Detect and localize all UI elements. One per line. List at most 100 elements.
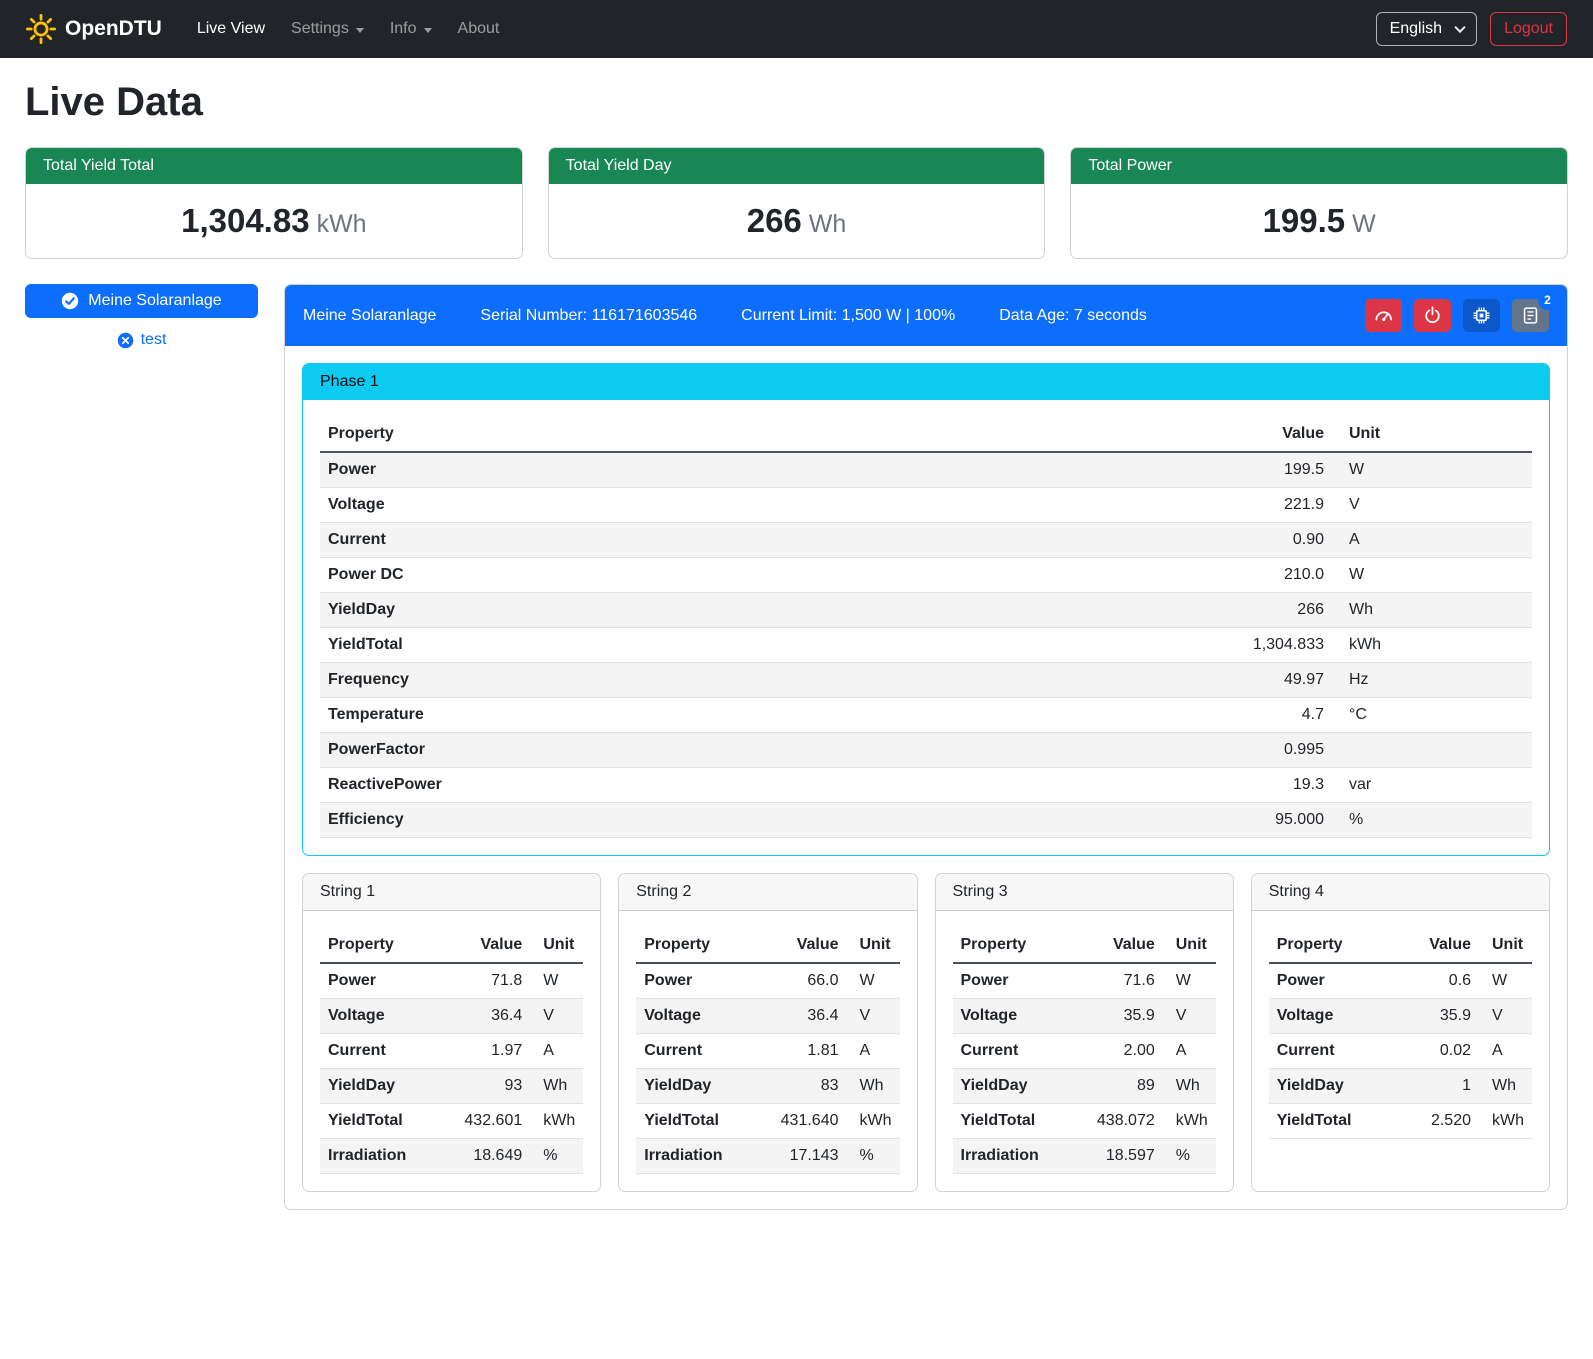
- limit-settings-button[interactable]: [1365, 299, 1402, 332]
- journal-icon: [1521, 306, 1540, 325]
- column-header-property: Property: [1269, 928, 1405, 963]
- nav-item-about[interactable]: About: [445, 12, 513, 46]
- unit-cell: Wh: [1163, 1069, 1216, 1104]
- property-cell: Power: [320, 452, 1202, 488]
- inverter-select-button[interactable]: Meine Solaranlage: [25, 284, 258, 318]
- unit-cell: W: [1332, 452, 1532, 488]
- unit-cell: A: [530, 1034, 583, 1069]
- property-cell: YieldTotal: [636, 1104, 772, 1139]
- unit-cell: V: [1163, 999, 1216, 1034]
- table-row: ReactivePower19.3var: [320, 768, 1532, 803]
- unit-cell: kWh: [1163, 1104, 1216, 1139]
- value-cell: 221.9: [1202, 488, 1332, 523]
- summary-card-title: Total Yield Total: [26, 148, 522, 184]
- table-row: Power71.8W: [320, 963, 583, 999]
- property-cell: Frequency: [320, 663, 1202, 698]
- value-cell: 2.520: [1405, 1104, 1479, 1139]
- language-select[interactable]: English: [1376, 12, 1477, 46]
- table-row: PowerFactor0.995: [320, 733, 1532, 768]
- summary-card-value: 1,304.83: [181, 202, 309, 239]
- table-row: YieldDay83Wh: [636, 1069, 899, 1104]
- logout-button[interactable]: Logout: [1490, 12, 1567, 46]
- unit-cell: °C: [1332, 698, 1532, 733]
- nav-item-settings[interactable]: Settings: [278, 12, 377, 46]
- unit-cell: kWh: [847, 1104, 900, 1139]
- value-cell: 49.97: [1202, 663, 1332, 698]
- inverter-current-limit: Current Limit: 1,500 W | 100%: [741, 307, 955, 325]
- brand-link[interactable]: OpenDTU: [26, 14, 162, 44]
- string-3-table: Property Value Unit Power71.6W Voltage35…: [953, 928, 1216, 1174]
- chevron-down-icon: [424, 28, 432, 33]
- property-cell: Irradiation: [953, 1139, 1089, 1174]
- table-header-row: Property Value Unit: [1269, 928, 1532, 963]
- inverter-sidebar: Meine Solaranlage test: [25, 284, 258, 349]
- property-cell: Current: [636, 1034, 772, 1069]
- value-cell: 1.97: [456, 1034, 530, 1069]
- page-title: Live Data: [25, 80, 1568, 125]
- property-cell: Irradiation: [636, 1139, 772, 1174]
- value-cell: 35.9: [1405, 999, 1479, 1034]
- value-cell: 266: [1202, 593, 1332, 628]
- summary-cards-row: Total Yield Total 1,304.83kWh Total Yiel…: [25, 147, 1568, 259]
- table-row: Power66.0W: [636, 963, 899, 999]
- table-row: Irradiation18.649%: [320, 1139, 583, 1174]
- property-cell: YieldTotal: [953, 1104, 1089, 1139]
- property-cell: Current: [953, 1034, 1089, 1069]
- brand-text: OpenDTU: [65, 17, 162, 41]
- x-circle-icon: [117, 332, 134, 349]
- property-cell: Irradiation: [320, 1139, 456, 1174]
- speedometer-icon: [1374, 306, 1393, 325]
- property-cell: YieldTotal: [1269, 1104, 1405, 1139]
- column-header-unit: Unit: [1332, 417, 1532, 452]
- nav-item-live-view[interactable]: Live View: [184, 12, 278, 46]
- table-row: Temperature4.7°C: [320, 698, 1532, 733]
- value-cell: 432.601: [456, 1104, 530, 1139]
- table-row: YieldDay266Wh: [320, 593, 1532, 628]
- inverter-name: Meine Solaranlage: [303, 307, 436, 325]
- value-cell: 438.072: [1089, 1104, 1163, 1139]
- table-row: Current0.02A: [1269, 1034, 1532, 1069]
- unit-cell: %: [530, 1139, 583, 1174]
- table-header-row: Property Value Unit: [320, 928, 583, 963]
- nav-item-info[interactable]: Info: [377, 12, 445, 46]
- table-row: Power0.6W: [1269, 963, 1532, 999]
- unit-cell: V: [530, 999, 583, 1034]
- power-toggle-button[interactable]: [1414, 299, 1451, 332]
- property-cell: YieldDay: [953, 1069, 1089, 1104]
- string-1-card: String 1 Property Value Unit: [302, 873, 601, 1192]
- power-icon: [1423, 306, 1442, 325]
- value-cell: 71.6: [1089, 963, 1163, 999]
- unit-cell: kWh: [1332, 628, 1532, 663]
- string-1-table: Property Value Unit Power71.8W Voltage36…: [320, 928, 583, 1174]
- value-cell: 66.0: [773, 963, 847, 999]
- unit-cell: W: [1163, 963, 1216, 999]
- unit-cell: Wh: [530, 1069, 583, 1104]
- table-row: Voltage36.4V: [320, 999, 583, 1034]
- column-header-value: Value: [773, 928, 847, 963]
- strings-row: String 1 Property Value Unit: [302, 873, 1550, 1192]
- summary-card-total-yield-day: Total Yield Day 266Wh: [548, 147, 1046, 259]
- inverter-serial-number: Serial Number: 116171603546: [480, 307, 697, 325]
- event-log-button[interactable]: 2: [1512, 299, 1549, 332]
- property-cell: Current: [320, 1034, 456, 1069]
- sidebar-item-test[interactable]: test: [25, 331, 258, 349]
- table-row: YieldTotal432.601kWh: [320, 1104, 583, 1139]
- column-header-unit: Unit: [1163, 928, 1216, 963]
- property-cell: Power: [1269, 963, 1405, 999]
- property-cell: Voltage: [953, 999, 1089, 1034]
- inverter-panel-header: Meine Solaranlage Serial Number: 1161716…: [285, 285, 1567, 346]
- table-row: Power71.6W: [953, 963, 1216, 999]
- device-info-button[interactable]: [1463, 299, 1500, 332]
- string-4-card: String 4 Property Value Unit: [1251, 873, 1550, 1192]
- unit-cell: W: [1332, 558, 1532, 593]
- property-cell: Current: [1269, 1034, 1405, 1069]
- unit-cell: %: [1332, 803, 1532, 838]
- property-cell: YieldDay: [320, 1069, 456, 1104]
- summary-card-total-power: Total Power 199.5W: [1070, 147, 1568, 259]
- table-row: Voltage36.4V: [636, 999, 899, 1034]
- table-row: Current0.90A: [320, 523, 1532, 558]
- table-row: YieldDay93Wh: [320, 1069, 583, 1104]
- value-cell: 0.995: [1202, 733, 1332, 768]
- column-header-property: Property: [636, 928, 772, 963]
- summary-card-value: 199.5: [1263, 202, 1346, 239]
